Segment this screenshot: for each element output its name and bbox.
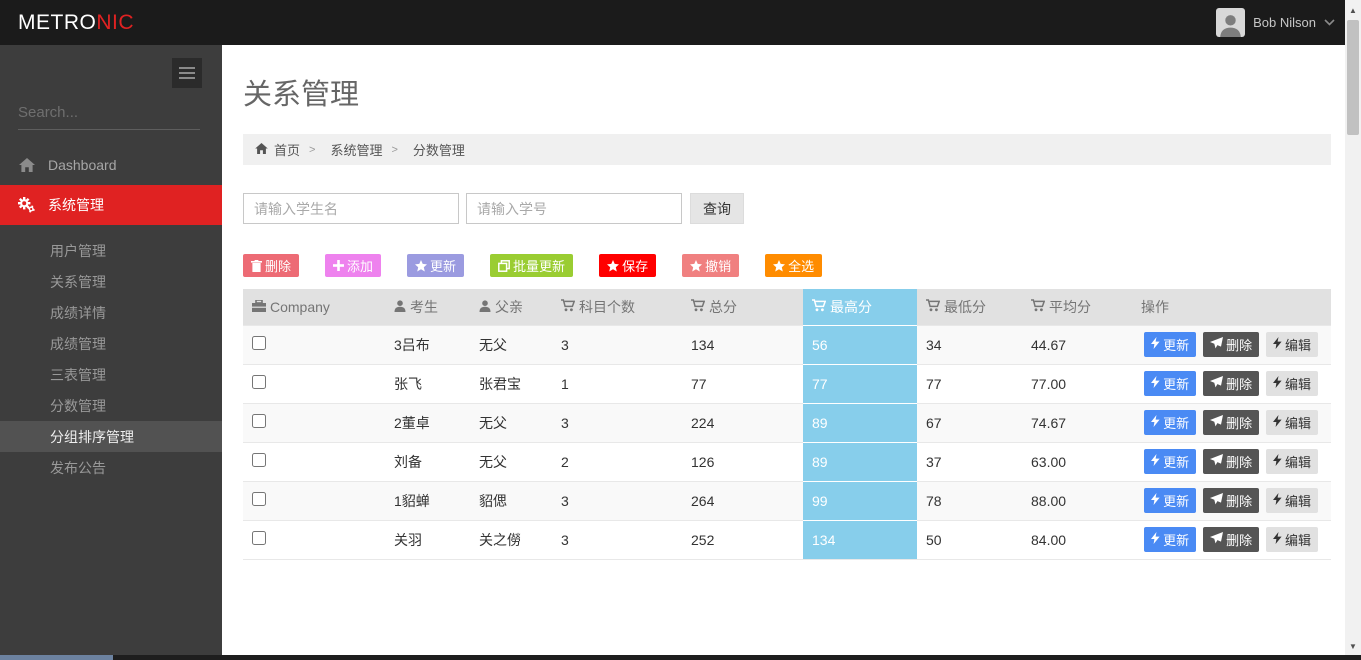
toolbar-button[interactable]: 撤销 [682, 254, 740, 277]
table-row: 刘备 无父 2 126 89 37 63.00 更新 删除 编辑 [243, 441, 1331, 481]
row-edit-button[interactable]: 编辑 [1265, 410, 1318, 435]
row-checkbox[interactable] [252, 375, 266, 389]
breadcrumb-item[interactable]: 分数管理 [407, 140, 465, 159]
user-menu[interactable]: Bob Nilson [1216, 0, 1335, 45]
breadcrumb-separator: > [309, 143, 316, 156]
sidebar: Dashboard 系统管理 用户管理 关系管理 成绩详情 成绩管理 三表管理 … [0, 45, 222, 660]
row-edit-button[interactable]: 编辑 [1265, 332, 1318, 357]
table-column-header[interactable]: 平均分 [1022, 289, 1128, 325]
filter-bar: 查询 [243, 193, 1331, 224]
sidebar-submenu-item[interactable]: 成绩管理 [0, 328, 222, 359]
student-name-input[interactable] [243, 193, 459, 224]
sidebar-submenu-item[interactable]: 分数管理 [0, 390, 222, 421]
table-row: 3吕布 无父 3 134 56 34 44.67 更新 删除 编辑 [243, 324, 1331, 364]
row-edit-button[interactable]: 编辑 [1265, 527, 1318, 552]
scroll-up-arrow[interactable]: ▲ [1345, 2, 1361, 18]
sidebar-item-dashboard[interactable]: Dashboard [0, 145, 222, 185]
breadcrumb-item[interactable]: 系统管理 [324, 140, 382, 159]
row-delete-button[interactable]: 删除 [1203, 332, 1260, 357]
toolbar-button[interactable]: 删除 [243, 254, 300, 277]
row-update-button[interactable]: 更新 [1144, 371, 1197, 396]
user-avatar [1216, 8, 1246, 37]
row-edit-button[interactable]: 编辑 [1265, 488, 1318, 513]
table-header-row: Company 考生 父亲 科目个数 总分 最高分 最低分 平均分 操作 [243, 289, 1331, 325]
sidebar-item-system-management[interactable]: 系统管理 [0, 185, 222, 225]
table-column-header[interactable]: 科目个数 [552, 289, 682, 325]
breadcrumb-item[interactable]: 首页 [255, 140, 300, 159]
horizontal-scrollbar[interactable] [0, 655, 1361, 660]
sidebar-submenu: 用户管理 关系管理 成绩详情 成绩管理 三表管理 分数管理 分组排序管理 发布公… [0, 235, 222, 483]
row-delete-button[interactable]: 删除 [1203, 527, 1260, 552]
row-delete-button[interactable]: 删除 [1203, 410, 1260, 435]
page-title: 关系管理 [243, 79, 360, 111]
sidebar-submenu-item[interactable]: 三表管理 [0, 359, 222, 390]
row-checkbox[interactable] [252, 492, 266, 506]
table-row: 关羽 关之僗 3 252 134 50 84.00 更新 删除 编辑 [243, 519, 1331, 560]
table-column-header[interactable]: Company [243, 289, 385, 325]
home-icon [18, 158, 35, 172]
top-bar: METRONIC Bob Nilson [0, 0, 1361, 45]
sidebar-submenu-item[interactable]: 成绩详情 [0, 297, 222, 328]
user-name: Bob Nilson [1253, 15, 1316, 30]
toolbar-button[interactable]: 添加 [325, 254, 382, 277]
table-body: 3吕布 无父 3 134 56 34 44.67 更新 删除 编辑 张飞 张君宝… [243, 324, 1331, 560]
row-update-button[interactable]: 更新 [1144, 449, 1197, 474]
scroll-down-arrow[interactable]: ▼ [1345, 638, 1361, 654]
brand-logo[interactable]: METRONIC [18, 11, 134, 35]
row-checkbox[interactable] [252, 531, 266, 545]
vertical-scrollbar[interactable]: ▲ ▼ [1345, 0, 1361, 660]
table-column-header[interactable]: 操作 [1128, 289, 1331, 325]
sidebar-menu: Dashboard 系统管理 用户管理 关系管理 成绩详情 成绩管理 三表管理 … [0, 145, 222, 483]
row-delete-button[interactable]: 删除 [1203, 371, 1260, 396]
toolbar-button[interactable]: 更新 [407, 254, 465, 277]
row-checkbox[interactable] [252, 453, 266, 467]
row-delete-button[interactable]: 删除 [1203, 488, 1260, 513]
table-column-header[interactable]: 最低分 [917, 289, 1022, 325]
horizontal-scrollbar-thumb[interactable] [0, 655, 113, 660]
toolbar-button[interactable]: 全选 [765, 254, 823, 277]
sidebar-item-label: 系统管理 [48, 197, 104, 213]
table-column-header[interactable]: 总分 [682, 289, 803, 325]
sidebar-search-input[interactable] [18, 100, 200, 130]
breadcrumb-separator: > [391, 143, 398, 156]
row-update-button[interactable]: 更新 [1144, 488, 1197, 513]
sidebar-submenu-item[interactable]: 发布公告 [0, 452, 222, 483]
sidebar-search [18, 100, 200, 130]
sidebar-submenu-item[interactable]: 用户管理 [0, 235, 222, 266]
row-edit-button[interactable]: 编辑 [1265, 449, 1318, 474]
row-update-button[interactable]: 更新 [1144, 332, 1197, 357]
sidebar-toggle-button[interactable] [172, 58, 202, 88]
main-content: 关系管理 首页 > 系统管理 > 分数管理 查询 删除 添加 更新 批量更新 保… [222, 45, 1345, 660]
toolbar-button[interactable]: 批量更新 [490, 254, 574, 277]
gears-icon [18, 197, 35, 213]
sidebar-submenu-item[interactable]: 关系管理 [0, 266, 222, 297]
sidebar-submenu-item[interactable]: 分组排序管理 [0, 421, 222, 452]
table-row: 张飞 张君宝 1 77 77 77 77.00 更新 删除 编辑 [243, 363, 1331, 403]
row-update-button[interactable]: 更新 [1144, 410, 1197, 435]
table-column-header[interactable]: 父亲 [470, 289, 552, 325]
table-row: 2董卓 无父 3 224 89 67 74.67 更新 删除 编辑 [243, 402, 1331, 442]
row-update-button[interactable]: 更新 [1144, 527, 1197, 552]
scores-table: Company 考生 父亲 科目个数 总分 最高分 最低分 平均分 操作 3吕布… [243, 289, 1331, 560]
brand-part1: METRO [18, 11, 97, 34]
query-button[interactable]: 查询 [690, 193, 744, 224]
row-delete-button[interactable]: 删除 [1203, 449, 1260, 474]
table-column-header[interactable]: 最高分 [803, 289, 917, 325]
toolbar-button[interactable]: 保存 [599, 254, 657, 277]
row-checkbox[interactable] [252, 414, 266, 428]
breadcrumb: 首页 > 系统管理 > 分数管理 [243, 134, 1331, 165]
table-column-header[interactable]: 考生 [385, 289, 470, 325]
row-edit-button[interactable]: 编辑 [1265, 371, 1318, 396]
brand-part2: NIC [96, 11, 134, 34]
sidebar-item-label: Dashboard [48, 157, 117, 173]
table-row: 1貂蝉 貂偲 3 264 99 78 88.00 更新 删除 编辑 [243, 480, 1331, 520]
vertical-scrollbar-thumb[interactable] [1347, 20, 1359, 135]
row-checkbox[interactable] [252, 336, 266, 350]
student-no-input[interactable] [466, 193, 682, 224]
action-toolbar: 删除 添加 更新 批量更新 保存 撤销 全选 [243, 254, 1331, 277]
chevron-down-icon [1324, 19, 1335, 26]
